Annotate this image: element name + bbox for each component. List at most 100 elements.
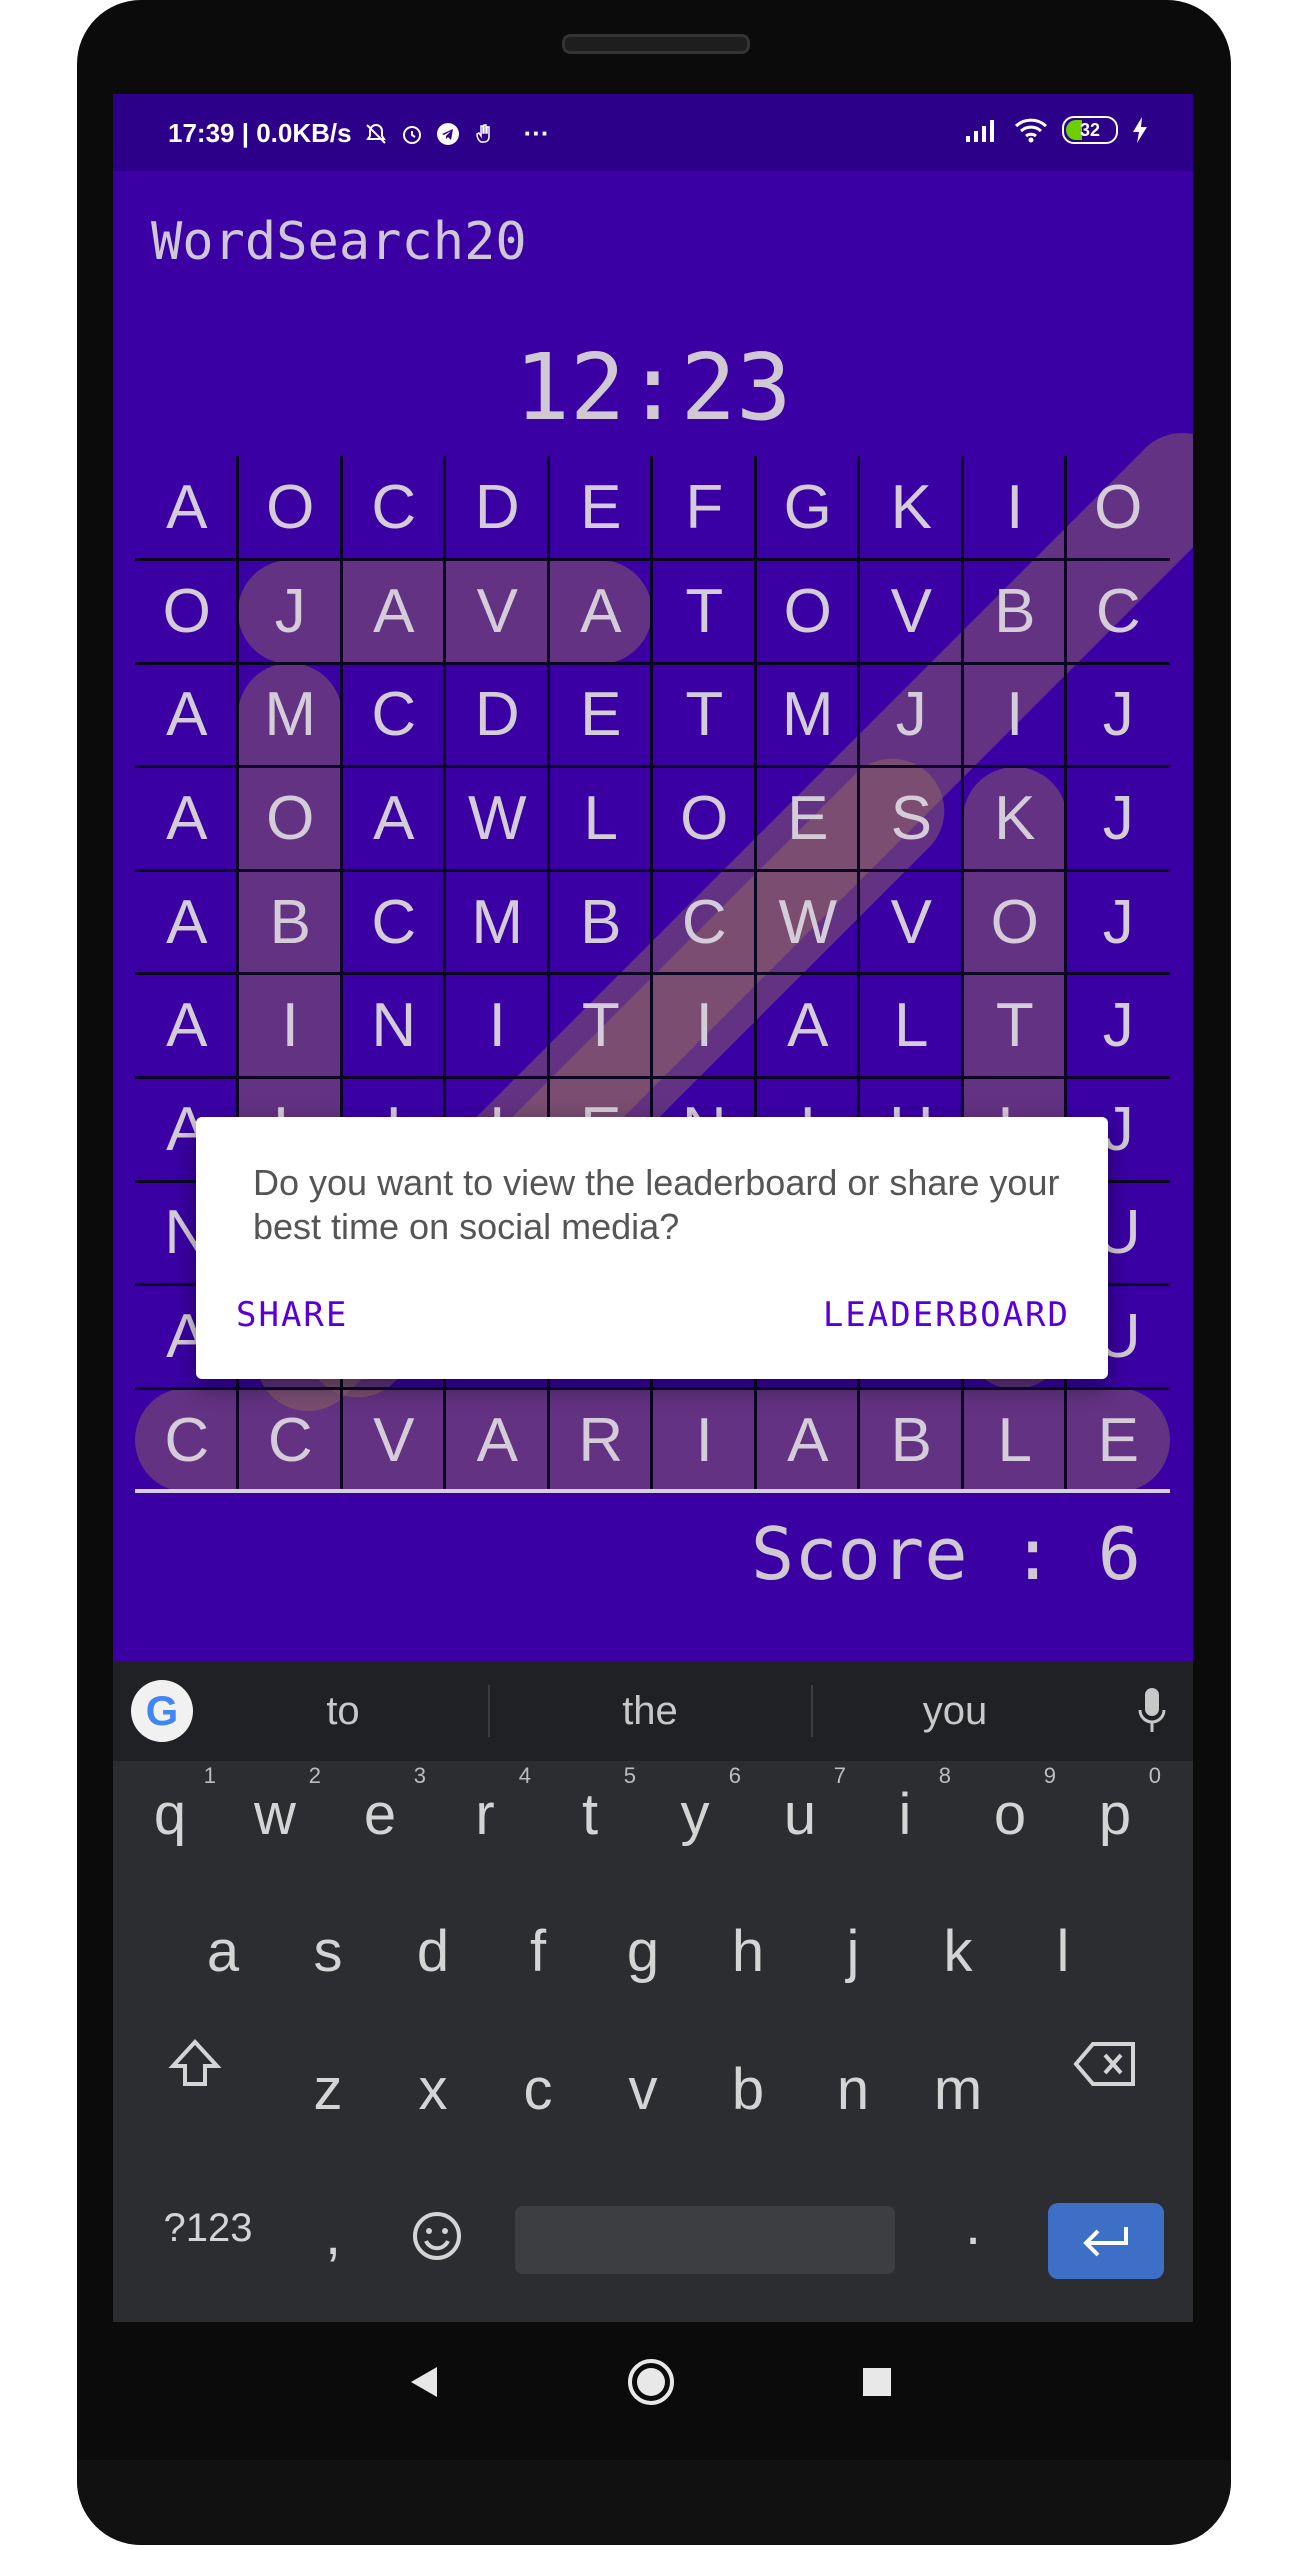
space-bar[interactable] (515, 2206, 895, 2274)
emoji-icon[interactable] (411, 2210, 463, 2262)
grid-cell[interactable]: L (860, 974, 964, 1078)
grid-cell[interactable]: I (653, 974, 757, 1078)
grid-cell[interactable]: M (446, 870, 550, 974)
grid-cell[interactable]: C (239, 1388, 343, 1492)
grid-cell[interactable]: C (135, 1388, 239, 1492)
grid-cell[interactable]: W (446, 767, 550, 871)
grid-cell[interactable]: A (135, 767, 239, 871)
key-q[interactable]: q1 (120, 1763, 220, 1848)
key-p[interactable]: p0 (1065, 1763, 1165, 1848)
grid-cell[interactable]: C (653, 870, 757, 974)
grid-cell[interactable]: B (963, 560, 1067, 664)
key-m[interactable]: m (908, 2056, 1008, 2123)
grid-cell[interactable]: C (342, 456, 446, 560)
grid-cell[interactable]: B (860, 1388, 964, 1492)
shift-icon[interactable] (167, 2036, 223, 2092)
grid-cell[interactable]: O (239, 767, 343, 871)
key-o[interactable]: o9 (960, 1763, 1060, 1848)
grid-cell[interactable]: O (653, 767, 757, 871)
key-w[interactable]: w2 (225, 1763, 325, 1848)
grid-cell[interactable]: A (756, 1388, 860, 1492)
grid-cell[interactable]: N (342, 974, 446, 1078)
grid-cell[interactable]: T (653, 560, 757, 664)
key-i[interactable]: i8 (855, 1763, 955, 1848)
grid-cell[interactable]: A (549, 560, 653, 664)
grid-cell[interactable]: A (135, 456, 239, 560)
comma-key[interactable]: , (283, 2201, 383, 2268)
grid-cell[interactable]: A (135, 974, 239, 1078)
grid-cell[interactable]: O (1067, 456, 1171, 560)
suggestion-3[interactable]: you (855, 1689, 1055, 1734)
key-c[interactable]: c (488, 2056, 588, 2123)
grid-cell[interactable]: J (1067, 767, 1171, 871)
key-v[interactable]: v (593, 2056, 693, 2123)
google-logo-icon[interactable]: G (131, 1680, 193, 1742)
leaderboard-button[interactable]: LEADERBOARD (823, 1295, 1070, 1335)
key-y[interactable]: y6 (645, 1763, 745, 1848)
key-b[interactable]: b (698, 2056, 798, 2123)
grid-cell[interactable]: V (860, 560, 964, 664)
key-x[interactable]: x (383, 2056, 483, 2123)
grid-cell[interactable]: T (653, 663, 757, 767)
period-key[interactable]: . (923, 2191, 1023, 2258)
grid-cell[interactable]: B (549, 870, 653, 974)
grid-cell[interactable]: I (446, 974, 550, 1078)
grid-cell[interactable]: A (446, 1388, 550, 1492)
grid-cell[interactable]: V (446, 560, 550, 664)
enter-key[interactable] (1048, 2203, 1164, 2279)
grid-cell[interactable]: G (756, 456, 860, 560)
grid-cell[interactable]: T (963, 974, 1067, 1078)
grid-cell[interactable]: A (342, 767, 446, 871)
grid-cell[interactable]: L (963, 1388, 1067, 1492)
key-t[interactable]: t5 (540, 1763, 640, 1848)
key-g[interactable]: g (593, 1918, 693, 1985)
grid-cell[interactable]: D (446, 663, 550, 767)
grid-cell[interactable]: A (135, 870, 239, 974)
key-r[interactable]: r4 (435, 1763, 535, 1848)
key-a[interactable]: a (173, 1918, 273, 1985)
key-k[interactable]: k (908, 1918, 1008, 1985)
grid-cell[interactable]: E (549, 456, 653, 560)
suggestion-2[interactable]: the (550, 1689, 750, 1734)
grid-cell[interactable]: R (549, 1388, 653, 1492)
grid-cell[interactable]: C (342, 663, 446, 767)
grid-cell[interactable]: J (1067, 870, 1171, 974)
grid-cell[interactable]: V (860, 870, 964, 974)
grid-cell[interactable]: I (653, 1388, 757, 1492)
grid-cell[interactable]: M (756, 663, 860, 767)
grid-cell[interactable]: L (549, 767, 653, 871)
home-icon[interactable] (626, 2357, 676, 2407)
grid-cell[interactable]: J (1067, 974, 1171, 1078)
key-d[interactable]: d (383, 1918, 483, 1985)
grid-cell[interactable]: E (549, 663, 653, 767)
grid-cell[interactable]: K (963, 767, 1067, 871)
recents-icon[interactable] (863, 2368, 891, 2396)
grid-cell[interactable]: I (963, 456, 1067, 560)
grid-cell[interactable]: A (342, 560, 446, 664)
key-l[interactable]: l (1013, 1918, 1113, 1985)
key-f[interactable]: f (488, 1918, 588, 1985)
grid-cell[interactable]: C (342, 870, 446, 974)
grid-cell[interactable]: E (1067, 1388, 1171, 1492)
grid-cell[interactable]: M (239, 663, 343, 767)
grid-cell[interactable]: D (446, 456, 550, 560)
symbols-key[interactable]: ?123 (148, 2206, 268, 2251)
grid-cell[interactable]: J (1067, 663, 1171, 767)
grid-cell[interactable]: W (756, 870, 860, 974)
grid-cell[interactable]: J (860, 663, 964, 767)
back-icon[interactable] (409, 2365, 439, 2399)
backspace-icon[interactable] (1073, 2041, 1137, 2087)
key-n[interactable]: n (803, 2056, 903, 2123)
grid-cell[interactable]: A (756, 974, 860, 1078)
key-j[interactable]: j (803, 1918, 903, 1985)
key-h[interactable]: h (698, 1918, 798, 1985)
grid-cell[interactable]: B (239, 870, 343, 974)
grid-cell[interactable]: E (756, 767, 860, 871)
grid-cell[interactable]: A (135, 663, 239, 767)
grid-cell[interactable]: C (1067, 560, 1171, 664)
microphone-icon[interactable] (1137, 1686, 1167, 1736)
grid-cell[interactable]: J (239, 560, 343, 664)
key-u[interactable]: u7 (750, 1763, 850, 1848)
suggestion-1[interactable]: to (243, 1689, 443, 1734)
grid-cell[interactable]: O (963, 870, 1067, 974)
